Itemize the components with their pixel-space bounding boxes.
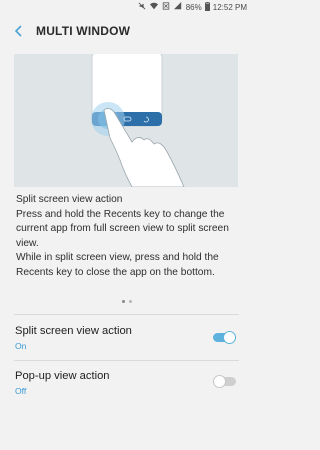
- signal-icon: [173, 2, 182, 12]
- divider: [14, 314, 239, 315]
- description: Split screen view action Press and hold …: [16, 193, 240, 280]
- chevron-left-icon: [14, 25, 22, 37]
- setting-row-split-screen[interactable]: Split screen view action On: [0, 316, 253, 360]
- split-screen-toggle[interactable]: [213, 331, 236, 344]
- setting-title: Split screen view action: [15, 325, 132, 337]
- status-bar: 86% 12:52 PM: [0, 0, 253, 14]
- toggle-knob: [223, 331, 236, 344]
- wifi-icon: [149, 2, 158, 12]
- divider: [14, 360, 239, 361]
- battery-icon: [204, 1, 210, 13]
- page-indicator: [0, 297, 253, 305]
- app-bar: MULTI WINDOW: [0, 14, 253, 48]
- setting-status: Off: [15, 386, 27, 396]
- back-button[interactable]: [8, 20, 30, 42]
- split-screen-illustration: [14, 54, 238, 187]
- battery-percent: 86%: [185, 2, 202, 12]
- popup-view-toggle[interactable]: [213, 375, 236, 388]
- toggle-knob: [213, 375, 226, 388]
- setting-title: Pop-up view action: [15, 370, 110, 382]
- clock: 12:52 PM: [212, 2, 247, 12]
- mute-icon: [138, 2, 146, 12]
- description-line: While in split screen view, press and ho…: [16, 252, 219, 278]
- no-sim-icon: [162, 2, 170, 12]
- page-dot-active: [121, 299, 125, 303]
- page-title: MULTI WINDOW: [36, 24, 131, 38]
- setting-row-popup[interactable]: Pop-up view action Off: [0, 362, 253, 406]
- page-dot: [128, 299, 132, 303]
- description-heading: Split screen view action: [16, 194, 123, 205]
- description-line: Press and hold the Recents key to change…: [16, 208, 229, 249]
- setting-status: On: [15, 341, 27, 351]
